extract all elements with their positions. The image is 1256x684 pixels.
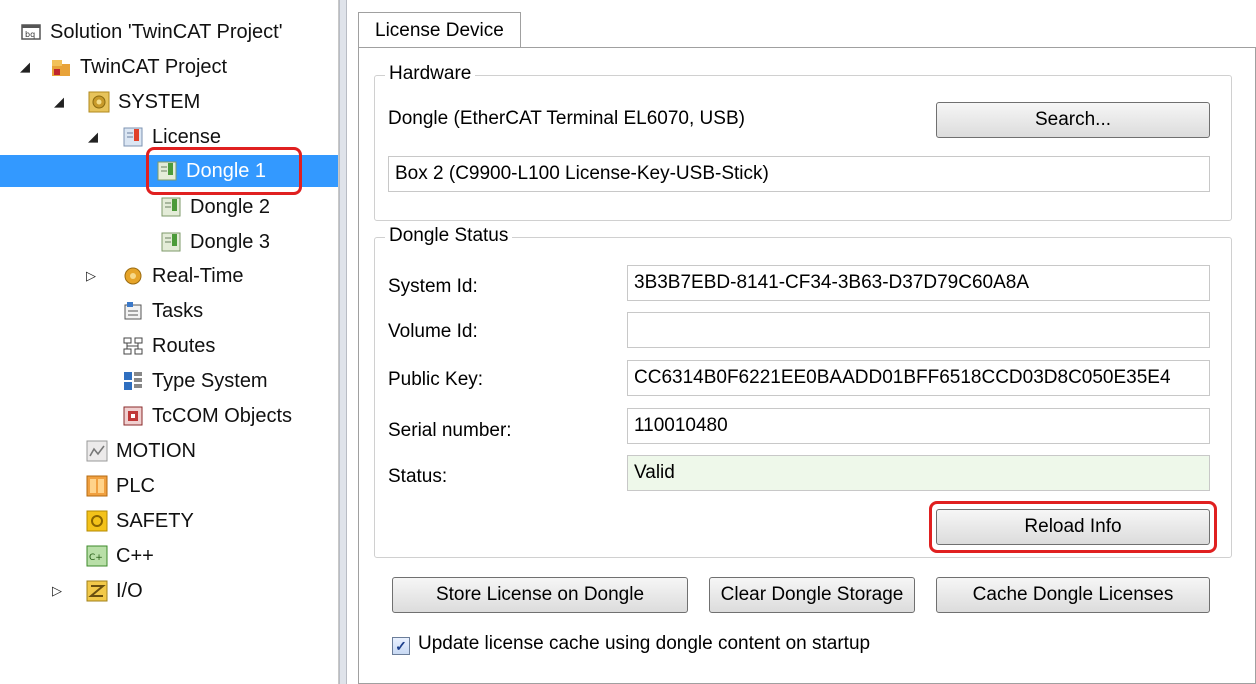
- dongle-status-group-title: Dongle Status: [385, 225, 513, 247]
- motion-icon: [86, 440, 108, 462]
- solution-explorer-tree: bq Solution 'TwinCAT Project' TwinCAT Pr…: [0, 0, 339, 684]
- volume-id-field[interactable]: [627, 312, 1210, 348]
- tree-item-label: Real-Time: [152, 264, 244, 287]
- serial-number-label: Serial number:: [388, 420, 512, 441]
- reload-info-button[interactable]: Reload Info: [936, 509, 1210, 545]
- search-button[interactable]: Search...: [936, 102, 1210, 138]
- tree-item-label: Solution 'TwinCAT Project': [50, 20, 283, 43]
- tree-item-plc[interactable]: PLC: [86, 470, 155, 502]
- tree-item-label: I/O: [116, 579, 143, 602]
- serial-number-field[interactable]: 110010480: [627, 408, 1210, 444]
- tree-item-label: Type System: [152, 369, 268, 392]
- tree-item-type-system[interactable]: Type System: [122, 365, 268, 397]
- public-key-field[interactable]: CC6314B0F6221EE0BAADD01BFF6518CCD03D8C05…: [627, 360, 1210, 396]
- cpp-icon: C+: [86, 545, 108, 567]
- tree-item-solution[interactable]: bq Solution 'TwinCAT Project': [20, 16, 283, 48]
- collapsed-arrow-icon[interactable]: ▷: [50, 584, 64, 598]
- expanded-arrow-icon[interactable]: ◢: [52, 95, 66, 109]
- box-field[interactable]: Box 2 (C9900-L100 License-Key-USB-Stick): [388, 156, 1210, 192]
- tree-item-twincat-project[interactable]: TwinCAT Project: [50, 51, 227, 83]
- tab-strip: License Device: [348, 0, 1256, 48]
- tree-item-tccom-objects[interactable]: TcCOM Objects: [122, 400, 292, 432]
- tree-item-io[interactable]: I/O: [86, 575, 143, 607]
- plc-icon: [86, 475, 108, 497]
- svg-text:C+: C+: [89, 553, 103, 563]
- dongle-type-label: Dongle (EtherCAT Terminal EL6070, USB): [388, 108, 745, 129]
- status-field[interactable]: Valid: [627, 455, 1210, 491]
- tree-item-label: C++: [116, 544, 154, 567]
- tree-item-routes[interactable]: Routes: [122, 330, 215, 362]
- tree-item-license[interactable]: License: [122, 121, 221, 153]
- twincat-project-icon: [52, 60, 70, 76]
- dongle-icon: [157, 161, 177, 181]
- license-icon: [123, 127, 143, 147]
- expanded-arrow-icon[interactable]: ◢: [86, 130, 100, 144]
- system-id-label: System Id:: [388, 276, 478, 297]
- tree-item-label: Tasks: [152, 299, 204, 322]
- tab-content: Hardware Dongle (EtherCAT Terminal EL607…: [358, 47, 1256, 684]
- tree-item-label: License: [152, 125, 221, 148]
- tree-item-motion[interactable]: MOTION: [86, 435, 196, 467]
- tree-item-label: Dongle 1: [186, 159, 267, 182]
- update-cache-checkbox-label[interactable]: Update license cache using dongle conten…: [418, 633, 870, 655]
- tree-item-tasks[interactable]: Tasks: [122, 295, 203, 327]
- tab-license-device[interactable]: License Device: [358, 12, 521, 48]
- tree-item-dongle-3[interactable]: Dongle 3: [160, 226, 270, 258]
- tree-item-label: Routes: [152, 334, 216, 357]
- tree-item-label: TwinCAT Project: [80, 55, 228, 78]
- update-cache-checkbox[interactable]: ✓: [392, 637, 410, 655]
- dongle-icon: [161, 197, 181, 217]
- tree-item-real-time[interactable]: Real-Time: [122, 260, 244, 292]
- public-key-label: Public Key:: [388, 369, 484, 390]
- tree-item-label: PLC: [116, 474, 155, 497]
- tree-item-dongle-1[interactable]: Dongle 1: [0, 155, 338, 187]
- system-gear-icon: [88, 91, 110, 113]
- clear-dongle-storage-button[interactable]: Clear Dongle Storage: [709, 577, 915, 613]
- tree-item-label: Dongle 2: [190, 195, 271, 218]
- svg-text:bq: bq: [25, 30, 35, 39]
- license-device-panel: License Device Hardware Dongle (EtherCAT…: [348, 0, 1256, 684]
- panel-splitter[interactable]: [339, 0, 347, 684]
- store-license-button[interactable]: Store License on Dongle: [392, 577, 688, 613]
- tasks-icon: [124, 302, 142, 320]
- system-id-field[interactable]: 3B3B7EBD-8141-CF34-3B63-D37D79C60A8A: [627, 265, 1210, 301]
- tree-item-label: SAFETY: [116, 509, 194, 532]
- dongle-icon: [161, 232, 181, 252]
- tree-item-cpp[interactable]: C+ C++: [86, 540, 154, 572]
- tree-item-safety[interactable]: SAFETY: [86, 505, 194, 537]
- io-icon: [86, 580, 108, 602]
- status-label: Status:: [388, 466, 448, 487]
- tccom-objects-icon: [123, 406, 143, 426]
- tree-item-label: SYSTEM: [118, 90, 201, 113]
- tree-item-system[interactable]: SYSTEM: [88, 86, 200, 118]
- cache-dongle-licenses-button[interactable]: Cache Dongle Licenses: [936, 577, 1210, 613]
- hardware-group: Hardware: [374, 63, 1232, 221]
- safety-icon: [86, 510, 108, 532]
- realtime-gear-icon: [124, 267, 142, 285]
- expanded-arrow-icon[interactable]: ◢: [18, 60, 32, 74]
- routes-icon: [123, 337, 143, 355]
- volume-id-label: Volume Id:: [388, 321, 478, 342]
- collapsed-arrow-icon[interactable]: ▷: [84, 269, 98, 283]
- solution-icon: bq: [21, 24, 41, 40]
- tree-item-dongle-2[interactable]: Dongle 2: [160, 191, 270, 223]
- tree-item-label: MOTION: [116, 439, 196, 462]
- hardware-group-title: Hardware: [385, 63, 476, 85]
- type-system-icon: [124, 372, 142, 390]
- tree-item-label: TcCOM Objects: [152, 404, 293, 427]
- tree-item-label: Dongle 3: [190, 230, 271, 253]
